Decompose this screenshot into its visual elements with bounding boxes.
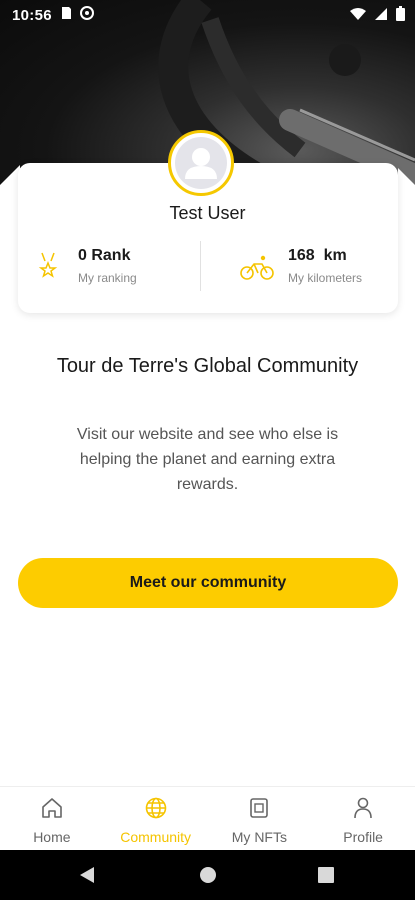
nav-home[interactable]: Home <box>0 787 104 851</box>
stats-divider <box>200 241 201 291</box>
nav-home-label: Home <box>33 829 71 845</box>
ranking-value: 0 Rank <box>78 247 131 264</box>
home-icon <box>40 796 64 825</box>
nav-community-label: Community <box>120 829 192 845</box>
battery-icon <box>396 6 405 25</box>
bottom-nav: Home Community My NFTs Profile <box>0 786 415 851</box>
system-navigation-bar <box>0 850 415 900</box>
status-time: 10:56 <box>12 6 52 24</box>
globe-icon <box>144 796 168 825</box>
nav-profile[interactable]: Profile <box>311 787 415 851</box>
kilometers-stat: 168 km My kilometers <box>240 247 362 286</box>
ranking-medal-icon <box>38 251 58 286</box>
nft-icon <box>247 796 271 825</box>
signal-icon <box>374 7 388 25</box>
status-bar: 10:56 <box>0 0 415 30</box>
ranking-stat: 0 Rank My ranking <box>38 247 137 286</box>
back-icon[interactable] <box>78 866 96 889</box>
ranking-label: My ranking <box>78 271 137 285</box>
kilometers-label: My kilometers <box>288 271 363 285</box>
meet-community-button[interactable]: Meet our community <box>18 558 398 608</box>
kilometers-value: 168 km <box>288 247 347 264</box>
community-title: Tour de Terre's Global Community <box>56 355 359 377</box>
home-circle-icon[interactable] <box>199 866 217 889</box>
recents-icon[interactable] <box>318 867 334 888</box>
nav-my-nfts[interactable]: My NFTs <box>208 787 312 851</box>
person-icon <box>351 796 375 825</box>
avatar-placeholder-icon <box>175 137 227 189</box>
nav-profile-label: Profile <box>343 829 383 845</box>
at-icon <box>79 6 94 24</box>
avatar[interactable] <box>168 130 234 196</box>
sd-card-icon <box>60 6 72 24</box>
nav-my-nfts-label: My NFTs <box>231 829 287 845</box>
user-name: Test User <box>169 203 246 223</box>
nav-community[interactable]: Community <box>104 787 208 851</box>
community-description: Visit our website and see who else is he… <box>76 426 339 493</box>
bicycle-icon <box>240 255 274 286</box>
wifi-icon <box>350 7 366 25</box>
